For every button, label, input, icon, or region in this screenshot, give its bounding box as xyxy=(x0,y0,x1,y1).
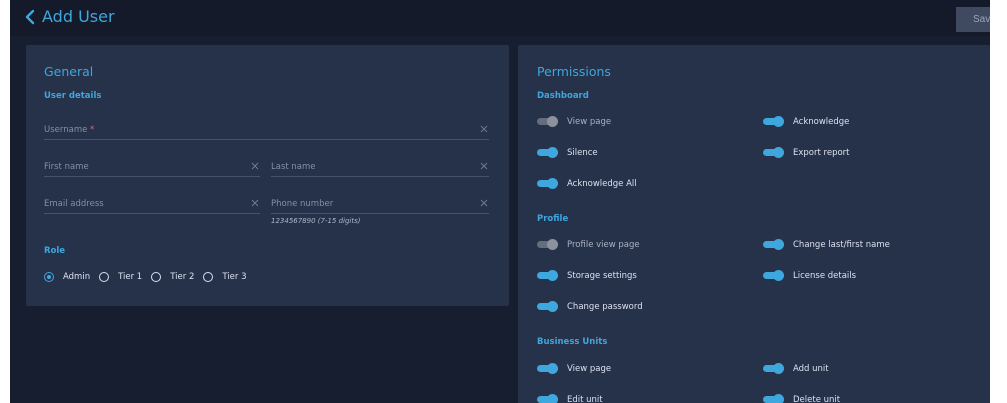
perm-label: Change last/first name xyxy=(793,239,890,250)
toggle-on-icon[interactable] xyxy=(763,147,784,158)
perm-label: View page xyxy=(567,363,612,374)
role-radio-group: Admin Tier 1 Tier 2 Tier 3 xyxy=(44,272,256,282)
clear-icon[interactable] xyxy=(479,161,489,171)
perm-dashboard-view-page[interactable]: View page xyxy=(537,116,611,127)
last-name-placeholder: Last name xyxy=(271,162,316,172)
perm-label: Acknowledge xyxy=(793,116,850,127)
phone-hint: 1234567890 (7-15 digits) xyxy=(271,217,361,225)
perm-label: Acknowledge All xyxy=(567,178,637,189)
permissions-card: Permissions Dashboard View page Acknowle… xyxy=(518,45,990,403)
perm-profile-storage-settings[interactable]: Storage settings xyxy=(537,270,637,281)
clear-icon[interactable] xyxy=(250,198,260,208)
user-details-label: User details xyxy=(44,91,102,101)
toggle-on-icon[interactable] xyxy=(537,363,558,374)
save-button[interactable]: Sav xyxy=(956,7,990,32)
required-mark: * xyxy=(90,125,95,135)
toggle-on-icon[interactable] xyxy=(763,394,784,403)
toggle-on-icon[interactable] xyxy=(537,394,558,403)
perm-bu-edit-unit[interactable]: Edit unit xyxy=(537,394,603,403)
role-radio-tier1[interactable]: Tier 1 xyxy=(99,272,142,282)
top-bar: Add User Sav xyxy=(10,0,990,36)
role-label-tier2: Tier 2 xyxy=(170,272,195,282)
general-title: General xyxy=(44,64,94,79)
username-placeholder: Username * xyxy=(44,125,95,135)
email-field[interactable]: Email address xyxy=(44,196,260,214)
perm-profile-view-page[interactable]: Profile view page xyxy=(537,239,640,250)
phone-field[interactable]: Phone number xyxy=(271,196,489,214)
permissions-title: Permissions xyxy=(537,64,611,79)
perm-label: View page xyxy=(567,116,612,127)
role-radio-admin[interactable]: Admin xyxy=(44,272,90,282)
dashboard-section-label: Dashboard xyxy=(537,91,589,101)
perm-bu-view-page[interactable]: View page xyxy=(537,363,611,374)
perm-label: Change password xyxy=(567,301,643,312)
toggle-on-icon[interactable] xyxy=(537,178,558,189)
role-label-admin: Admin xyxy=(63,272,91,282)
toggle-on-icon[interactable] xyxy=(537,270,558,281)
chevron-left-icon[interactable] xyxy=(24,7,36,27)
business-units-section-label: Business Units xyxy=(537,337,608,347)
toggle-on-icon[interactable] xyxy=(763,363,784,374)
perm-label: Export report xyxy=(793,147,850,158)
general-card: General User details Username * First na… xyxy=(26,45,509,306)
toggle-on-icon[interactable] xyxy=(763,239,784,250)
perm-bu-add-unit[interactable]: Add unit xyxy=(763,363,829,374)
last-name-field[interactable]: Last name xyxy=(271,159,489,177)
toggle-off-icon[interactable] xyxy=(537,116,558,127)
perm-label: Add unit xyxy=(793,363,829,374)
perm-label: License details xyxy=(793,270,857,281)
perm-label: Storage settings xyxy=(567,270,637,281)
role-label: Role xyxy=(44,246,66,256)
perm-dashboard-acknowledge-all[interactable]: Acknowledge All xyxy=(537,178,637,189)
radio-empty-icon[interactable] xyxy=(151,272,162,282)
toggle-off-icon[interactable] xyxy=(537,239,558,250)
toggle-on-icon[interactable] xyxy=(763,116,784,127)
back-link[interactable]: Add User xyxy=(24,7,115,27)
clear-icon[interactable] xyxy=(250,161,260,171)
role-label-tier1: Tier 1 xyxy=(118,272,143,282)
radio-empty-icon[interactable] xyxy=(203,272,214,282)
role-radio-tier3[interactable]: Tier 3 xyxy=(203,272,247,282)
perm-dashboard-export-report[interactable]: Export report xyxy=(763,147,850,158)
first-name-field[interactable]: First name xyxy=(44,159,260,177)
clear-icon[interactable] xyxy=(479,198,489,208)
perm-label: Silence xyxy=(567,147,598,158)
role-label-tier3: Tier 3 xyxy=(222,272,247,282)
perm-bu-delete-unit[interactable]: Delete unit xyxy=(763,394,840,403)
first-name-placeholder: First name xyxy=(44,162,89,172)
radio-selected-icon[interactable] xyxy=(44,272,54,282)
perm-dashboard-acknowledge[interactable]: Acknowledge xyxy=(763,116,849,127)
perm-profile-change-name[interactable]: Change last/first name xyxy=(763,239,890,250)
perm-label: Delete unit xyxy=(793,394,841,403)
perm-label: Profile view page xyxy=(567,239,640,250)
toggle-on-icon[interactable] xyxy=(537,147,558,158)
perm-profile-license-details[interactable]: License details xyxy=(763,270,856,281)
clear-icon[interactable] xyxy=(479,124,489,134)
phone-placeholder: Phone number xyxy=(271,199,334,209)
perm-dashboard-silence[interactable]: Silence xyxy=(537,147,598,158)
email-placeholder: Email address xyxy=(44,199,104,209)
profile-section-label: Profile xyxy=(537,214,569,224)
username-field[interactable]: Username * xyxy=(44,122,489,140)
role-radio-tier2[interactable]: Tier 2 xyxy=(151,272,194,282)
app-window: Add User Sav General User details Userna… xyxy=(10,0,990,403)
radio-empty-icon[interactable] xyxy=(99,272,110,282)
perm-profile-change-password[interactable]: Change password xyxy=(537,301,643,312)
toggle-on-icon[interactable] xyxy=(763,270,784,281)
toggle-on-icon[interactable] xyxy=(537,301,558,312)
page-title: Add User xyxy=(42,7,115,26)
perm-label: Edit unit xyxy=(567,394,603,403)
